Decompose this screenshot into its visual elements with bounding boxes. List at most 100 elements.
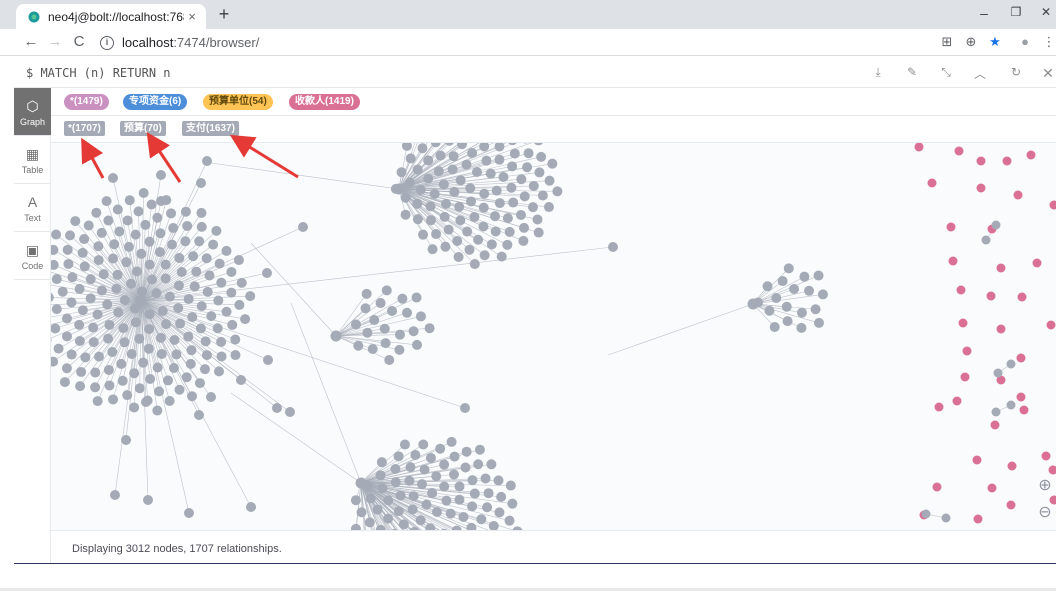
payee-node[interactable] [1016, 353, 1026, 363]
graph-node[interactable] [536, 151, 547, 162]
new-tab-button[interactable]: + [214, 5, 234, 25]
graph-node[interactable] [941, 513, 951, 523]
graph-node[interactable] [188, 251, 199, 262]
graph-node[interactable] [476, 514, 487, 525]
payee-node[interactable] [976, 156, 986, 166]
graph-node[interactable] [213, 366, 224, 377]
graph-node[interactable] [146, 274, 157, 285]
payee-node[interactable] [927, 178, 937, 188]
graph-node[interactable] [104, 319, 115, 330]
graph-node[interactable] [180, 206, 191, 217]
graph-node[interactable] [415, 311, 426, 322]
graph-node[interactable] [375, 298, 386, 309]
graph-node[interactable] [394, 329, 405, 340]
graph-node[interactable] [813, 270, 824, 281]
payee-node[interactable] [987, 483, 997, 493]
graph-node[interactable] [353, 340, 364, 351]
graph-node[interactable] [474, 444, 485, 455]
graph-node[interactable] [376, 457, 387, 468]
graph-node[interactable] [263, 355, 273, 365]
address-bar[interactable]: i localhost:7474/browser/ [100, 32, 930, 53]
graph-node[interactable] [202, 286, 213, 297]
graph-node[interactable] [415, 184, 426, 195]
graph-node[interactable] [810, 304, 821, 315]
graph-nodes[interactable] [51, 143, 1056, 530]
graph-node[interactable] [384, 355, 395, 366]
graph-node[interactable] [1006, 359, 1016, 369]
graph-node[interactable] [117, 375, 128, 386]
graph-node[interactable] [92, 396, 103, 407]
graph-node[interactable] [119, 337, 130, 348]
graph-node[interactable] [415, 515, 426, 526]
payee-node[interactable] [948, 256, 958, 266]
graph-node[interactable] [390, 463, 401, 474]
graph-node[interactable] [455, 215, 466, 226]
graph-node[interactable] [516, 174, 527, 185]
graph-node[interactable] [367, 344, 378, 355]
graph-node[interactable] [212, 323, 223, 334]
graph-node[interactable] [383, 495, 394, 506]
graph-node[interactable] [166, 208, 177, 219]
graph-node[interactable] [161, 319, 172, 330]
graph-node[interactable] [981, 235, 991, 245]
payee-node[interactable] [1007, 461, 1017, 471]
pin-icon[interactable]: ✎ [904, 65, 920, 79]
graph-node[interactable] [369, 315, 380, 326]
graph-node[interactable] [383, 513, 394, 524]
graph-node[interactable] [481, 155, 492, 166]
graph-node[interactable] [395, 490, 406, 501]
rel-pill-budget[interactable]: 预算(70) [120, 121, 166, 136]
payee-node[interactable] [990, 420, 1000, 430]
payee-node[interactable] [1002, 156, 1012, 166]
graph-node[interactable] [160, 273, 171, 284]
graph-node[interactable] [387, 306, 398, 317]
graph-node[interactable] [400, 192, 411, 203]
view-table-button[interactable]: ▦ Table [14, 136, 51, 184]
graph-node[interactable] [213, 295, 224, 306]
graph-node[interactable] [991, 407, 1001, 417]
graph-node[interactable] [262, 268, 272, 278]
graph-node[interactable] [162, 375, 173, 386]
graph-node[interactable] [233, 255, 244, 266]
graph-node[interactable] [421, 499, 432, 510]
graph-node[interactable] [110, 490, 120, 500]
graph-node[interactable] [226, 266, 237, 277]
query-command[interactable]: $ MATCH (n) RETURN n [26, 66, 171, 80]
graph-node[interactable] [508, 197, 519, 208]
graph-node[interactable] [122, 215, 133, 226]
graph-node[interactable] [230, 350, 241, 361]
graph-node[interactable] [195, 323, 206, 334]
graph-node[interactable] [789, 284, 800, 295]
graph-node[interactable] [412, 164, 423, 175]
payee-node[interactable] [1048, 465, 1056, 475]
graph-node[interactable] [51, 244, 59, 255]
graph-node[interactable] [59, 377, 70, 388]
payee-node[interactable] [1016, 392, 1026, 402]
graph-node[interactable] [57, 286, 68, 297]
graph-node[interactable] [221, 306, 232, 317]
graph-node[interactable] [189, 281, 200, 292]
graph-node[interactable] [74, 283, 85, 294]
graph-node[interactable] [196, 178, 206, 188]
graph-node[interactable] [532, 214, 543, 225]
graph-node[interactable] [400, 209, 411, 220]
graph-node[interactable] [152, 405, 163, 416]
graph-node[interactable] [528, 180, 539, 191]
graph-node[interactable] [417, 143, 428, 154]
graph-node[interactable] [182, 220, 193, 231]
graph-node[interactable] [211, 225, 222, 236]
graph-node[interactable] [113, 307, 124, 318]
graph-node[interactable] [356, 507, 367, 518]
graph-node[interactable] [439, 459, 450, 470]
payee-node[interactable] [1049, 200, 1056, 210]
graph-node[interactable] [66, 297, 77, 308]
graph-node[interactable] [439, 211, 450, 222]
graph-node[interactable] [446, 436, 457, 447]
graph-node[interactable] [445, 508, 456, 519]
graph-node[interactable] [138, 357, 149, 368]
graph-node[interactable] [160, 259, 171, 270]
payee-node[interactable] [958, 318, 968, 328]
graph-node[interactable] [467, 148, 478, 159]
graph-node[interactable] [171, 349, 182, 360]
graph-node[interactable] [67, 272, 78, 283]
